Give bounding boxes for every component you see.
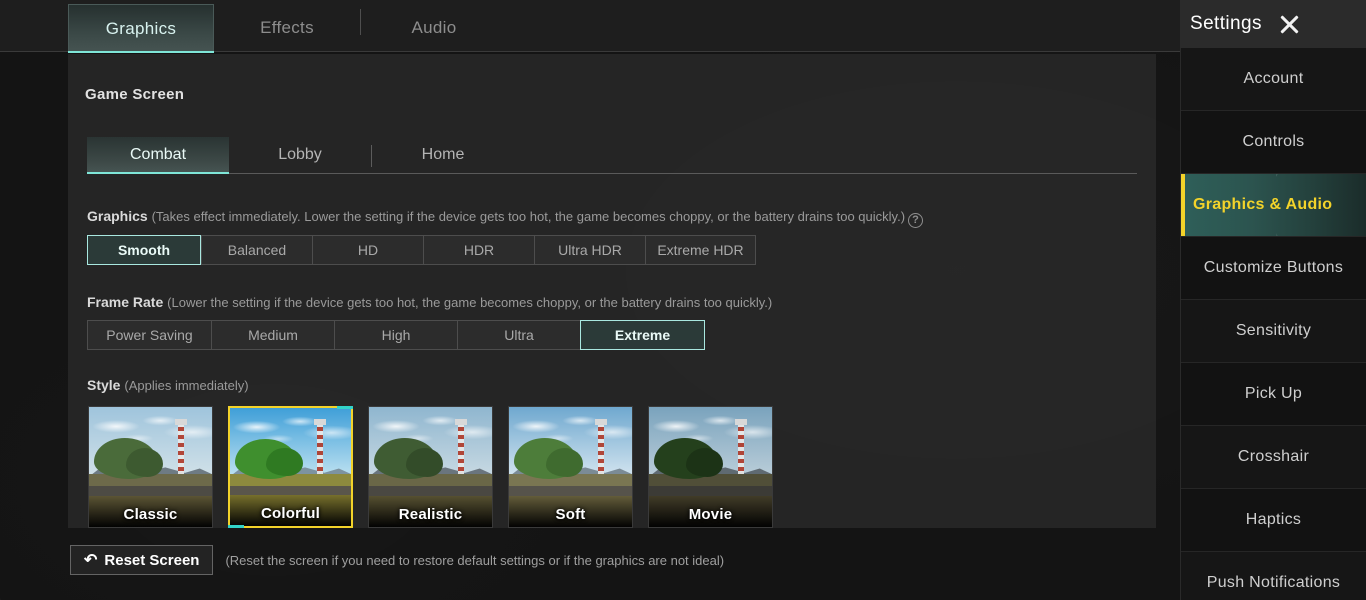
thumb-ground-far [230,474,351,486]
graphics-label: Graphics [87,208,148,224]
graphics-options: Smooth Balanced HD HDR Ultra HDR Extreme HDR [87,235,756,265]
sidebar-item-label: Controls [1242,133,1305,150]
graphics-option-hdr[interactable]: HDR [423,235,534,265]
reset-arrow-icon: ↷ [84,552,98,569]
thumb-tree-secondary [125,447,163,477]
graphics-option-ultra-hdr[interactable]: Ultra HDR [534,235,645,265]
framerate-option-ultra[interactable]: Ultra [457,320,580,350]
thumb-tree-secondary [685,447,723,477]
sidebar-item-customize-buttons[interactable]: Customize Buttons [1181,237,1366,300]
thumb-road [649,486,772,496]
sidebar-item-label: Account [1243,70,1304,87]
style-card-realistic[interactable]: Realistic [368,406,493,528]
framerate-option-high[interactable]: High [334,320,457,350]
sidebar-item-haptics[interactable]: Haptics [1181,489,1366,552]
settings-screen: Graphics Effects Audio Settings Account Con… [0,0,1366,600]
style-card-label: Classic [123,506,178,523]
framerate-hint: (Lower the setting if the device gets to… [167,295,773,310]
graphics-panel: Game Screen Combat Lobby Home Graphics (Ta… [68,54,1156,528]
thumb-road [89,486,212,496]
reset-hint: (Reset the screen if you need to restore… [225,552,725,568]
thumb-road [230,485,351,496]
panel-title: Game Screen [85,86,185,103]
sidebar-item-graphics-audio[interactable]: Graphics & Audio [1181,174,1366,237]
thumb-road [509,486,632,496]
sidebar-item-sensitivity[interactable]: Sensitivity [1181,300,1366,363]
framerate-section-label: Frame Rate (Lower the setting if the dev… [87,294,772,310]
top-tab-audio[interactable]: Audio [361,4,507,52]
style-card-movie[interactable]: Movie [648,406,773,528]
style-card-label: Soft [555,506,586,523]
thumb-tower [174,418,187,478]
sidebar-item-label: Push Notifications [1206,574,1341,591]
style-card-classic[interactable]: Classic [88,406,213,528]
framerate-option-power-saving[interactable]: Power Saving [87,320,211,350]
thumb-tower [594,418,607,478]
sidebar-item-account[interactable]: Account [1181,48,1366,111]
style-hint: (Applies immediately) [124,378,249,393]
framerate-option-medium[interactable]: Medium [211,320,334,350]
sidebar-item-label: Graphics & Audio [1193,196,1333,213]
graphics-hint: (Takes effect immediately. Lower the set… [151,209,906,224]
style-section-label: Style (Applies immediately) [87,377,249,393]
screen-tab-home[interactable]: Home [372,137,514,173]
framerate-option-extreme[interactable]: Extreme [580,320,705,350]
reset-row: ↷ Reset Screen (Reset the screen if you … [70,545,724,575]
selection-corner-icon [337,406,353,409]
screen-tab-combat[interactable]: Combat [87,137,229,174]
thumb-road [369,486,492,496]
graphics-option-smooth[interactable]: Smooth [87,235,201,265]
reset-screen-button[interactable]: ↷ Reset Screen [70,545,214,575]
style-card-label: Realistic [398,506,463,523]
sidebar-item-label: Pick Up [1244,385,1303,402]
framerate-options: Power Saving Medium High Ultra Extreme [87,320,705,350]
thumb-tree-secondary [266,448,303,477]
screen-tab-lobby[interactable]: Lobby [229,137,371,173]
graphics-section-label: Graphics (Takes effect immediately. Lowe… [87,208,924,228]
page-title: Settings [1190,13,1262,34]
question-mark-icon[interactable]: ? [908,213,924,228]
style-thumbnails: Classic Colorful Realistic Soft Movie [88,406,773,528]
graphics-option-extreme-hdr[interactable]: Extreme HDR [645,235,756,265]
sidebar-item-controls[interactable]: Controls [1181,111,1366,174]
thumb-tree-secondary [405,447,443,477]
top-tab-effects[interactable]: Effects [214,4,360,52]
sidebar-item-pick-up[interactable]: Pick Up [1181,363,1366,426]
selection-corner-icon [228,525,244,528]
sidebar-list: Account Controls Graphics & Audio Customize… [1181,48,1366,600]
framerate-label: Frame Rate [87,294,164,310]
style-card-label: Movie [688,506,733,523]
sidebar-item-push-notifications[interactable]: Push Notifications [1181,552,1366,600]
top-tabs: Graphics Effects Audio [68,0,507,53]
settings-sidebar[interactable]: Account Controls Graphics & Audio Customize… [1180,48,1366,600]
thumb-tower [734,418,747,478]
sidebar-item-crosshair[interactable]: Crosshair [1181,426,1366,489]
top-tab-graphics[interactable]: Graphics [68,4,214,53]
style-card-colorful[interactable]: Colorful [228,406,353,528]
sidebar-item-label: Crosshair [1237,448,1310,465]
top-tab-bar: Graphics Effects Audio [0,0,1366,53]
thumb-tower [314,419,327,478]
thumb-tree-secondary [545,447,583,477]
sidebar-item-label: Sensitivity [1235,322,1312,339]
reset-screen-label: Reset Screen [104,551,200,569]
settings-header: Settings [1180,0,1366,48]
graphics-option-balanced[interactable]: Balanced [201,235,312,265]
style-label: Style [87,377,121,393]
sidebar-item-label: Customize Buttons [1203,259,1344,276]
close-icon[interactable] [1276,11,1302,37]
game-screen-tabs: Combat Lobby Home [87,137,1137,174]
graphics-option-hd[interactable]: HD [312,235,423,265]
sidebar-item-label: Haptics [1245,511,1302,528]
style-card-soft[interactable]: Soft [508,406,633,528]
style-card-label: Colorful [260,505,321,522]
thumb-tower [454,418,467,478]
